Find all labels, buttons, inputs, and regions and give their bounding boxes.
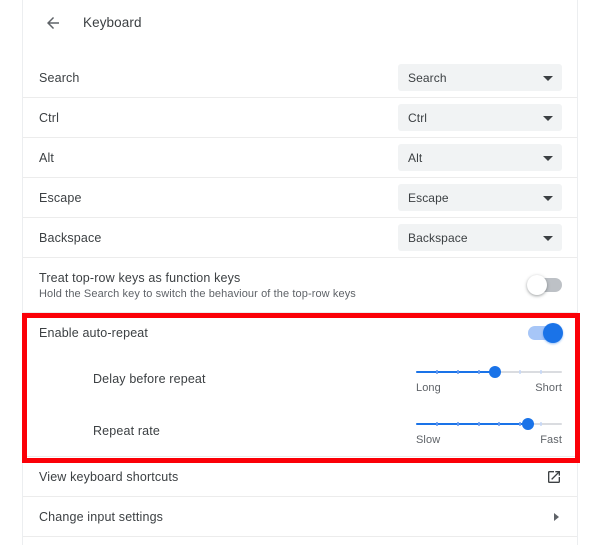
row-label-change-input-settings: Change input settings <box>39 509 164 524</box>
settings-card: Keyboard Search Search Ctrl Ctrl Alt Alt… <box>22 0 578 545</box>
row-label-backspace: Backspace <box>39 230 102 245</box>
slider-marks: Long Short <box>416 382 562 394</box>
slider-min-label-delay: Long <box>416 382 441 394</box>
slider-tick <box>456 421 459 426</box>
select-value-search: Search <box>408 70 447 85</box>
row-label-alt: Alt <box>39 150 55 165</box>
settings-rows: Search Search Ctrl Ctrl Alt Alt Escape E… <box>23 58 577 537</box>
toggle-function-keys[interactable] <box>527 275 562 295</box>
arrow-left-icon <box>44 14 62 32</box>
row-enable-auto-repeat: Enable auto-repeat <box>23 313 577 353</box>
slider-repeat-rate[interactable]: Slow Fast <box>416 412 562 450</box>
chevron-down-icon <box>543 155 553 161</box>
row-label-function-keys: Treat top-row keys as function keys <box>39 270 241 285</box>
select-backspace[interactable]: Backspace <box>398 224 562 251</box>
select-escape[interactable]: Escape <box>398 184 562 211</box>
chevron-down-icon <box>543 75 553 81</box>
row-repeat-rate: Repeat rate Slow Fast <box>23 405 577 457</box>
slider-ticks <box>416 421 562 426</box>
row-label-view-keyboard-shortcuts: View keyboard shortcuts <box>39 469 179 484</box>
slider-tick <box>498 421 501 426</box>
keyboard-settings-page: Keyboard Search Search Ctrl Ctrl Alt Alt… <box>0 0 600 545</box>
toggle-knob <box>527 275 547 295</box>
external-link-icon[interactable] <box>546 469 562 485</box>
slider-max-label-rate: Fast <box>540 433 562 446</box>
chevron-right-icon[interactable] <box>554 512 559 521</box>
select-search[interactable]: Search <box>398 64 562 91</box>
slider-delay-before-repeat[interactable]: Long Short <box>416 360 562 398</box>
row-sublabel-function-keys: Hold the Search key to switch the behavi… <box>39 287 356 300</box>
select-alt[interactable]: Alt <box>398 144 562 171</box>
toggle-knob <box>543 323 563 343</box>
select-ctrl[interactable]: Ctrl <box>398 104 562 131</box>
page-title: Keyboard <box>83 15 142 30</box>
row-alt: Alt Alt <box>23 138 577 178</box>
back-button[interactable] <box>39 9 67 37</box>
row-label-ctrl: Ctrl <box>39 110 60 125</box>
select-value-ctrl: Ctrl <box>408 110 428 125</box>
page-header: Keyboard <box>23 0 577 45</box>
row-label-delay-before-repeat: Delay before repeat <box>93 372 206 386</box>
slider-tick <box>456 370 459 374</box>
row-change-input-settings[interactable]: Change input settings <box>23 497 577 537</box>
slider-thumb[interactable] <box>522 417 535 430</box>
slider-tick <box>477 370 480 374</box>
slider-tick <box>540 370 543 374</box>
row-function-keys: Treat top-row keys as function keys Hold… <box>23 258 577 313</box>
slider-max-label-delay: Short <box>535 382 562 394</box>
row-backspace: Backspace Backspace <box>23 218 577 258</box>
row-label-search: Search <box>39 70 80 85</box>
select-value-alt: Alt <box>408 150 423 165</box>
chevron-down-icon <box>543 115 553 121</box>
toggle-enable-auto-repeat[interactable] <box>528 323 563 343</box>
chevron-down-icon <box>543 235 553 241</box>
slider-tick <box>477 421 480 426</box>
row-ctrl: Ctrl Ctrl <box>23 98 577 138</box>
chevron-down-icon <box>543 195 553 201</box>
slider-tick <box>540 421 543 426</box>
row-delay-before-repeat: Delay before repeat Long Short <box>23 353 577 405</box>
slider-tick <box>435 421 438 426</box>
slider-tick <box>519 421 522 426</box>
slider-tick <box>519 370 522 374</box>
select-value-backspace: Backspace <box>408 230 468 245</box>
row-label-escape: Escape <box>39 190 82 205</box>
slider-min-label-rate: Slow <box>416 433 441 446</box>
row-label-repeat-rate: Repeat rate <box>93 423 160 438</box>
slider-thumb[interactable] <box>488 366 501 378</box>
row-escape: Escape Escape <box>23 178 577 218</box>
select-value-escape: Escape <box>408 190 449 205</box>
slider-tick <box>435 370 438 374</box>
row-view-keyboard-shortcuts[interactable]: View keyboard shortcuts <box>23 457 577 497</box>
row-search: Search Search <box>23 58 577 98</box>
row-label-enable-auto-repeat: Enable auto-repeat <box>39 326 149 340</box>
slider-marks: Slow Fast <box>416 434 562 446</box>
